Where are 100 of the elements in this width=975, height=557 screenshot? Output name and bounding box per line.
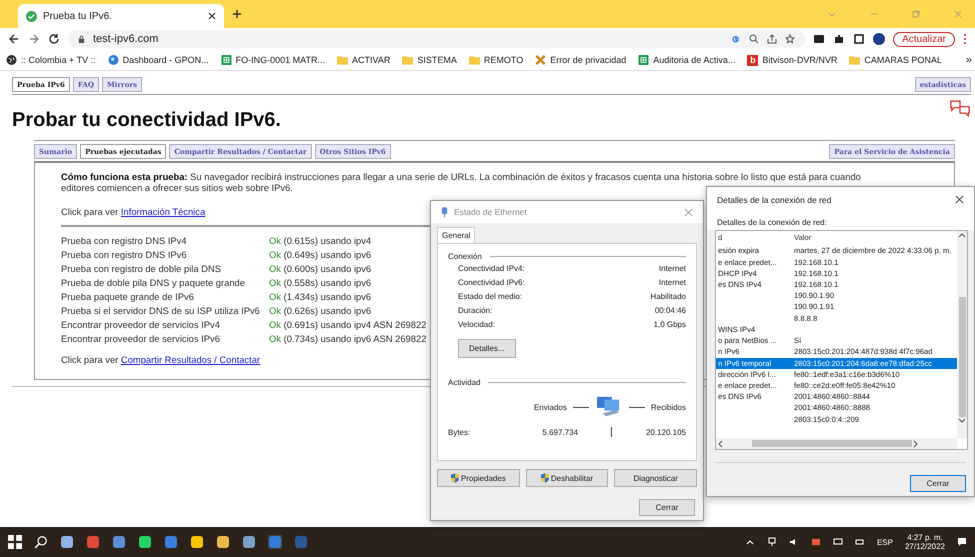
test-name: Encontrar proveedor de servicios IPv6 (61, 332, 221, 344)
test-result: Ok (0.626s) usando ipv6 (269, 304, 372, 316)
close-icon[interactable] (955, 195, 964, 204)
share-link[interactable]: Compartir Resultados / Contactar (120, 354, 260, 365)
bookmark[interactable]: FO-ING-0001 MATR... (220, 55, 326, 65)
reload-icon[interactable] (48, 33, 60, 45)
square-icon[interactable] (853, 33, 866, 45)
app-icon[interactable] (138, 535, 152, 549)
forward-icon[interactable] (28, 33, 40, 45)
bytes-sent: 5.697.734 (541, 428, 578, 436)
app-icon[interactable] (60, 535, 74, 549)
bookmark[interactable]: b Bitvison-DVR/NVR (747, 54, 838, 66)
field-label: Conectividad IPv4: (458, 263, 525, 275)
share-icon[interactable] (767, 34, 778, 44)
extension-icon[interactable] (813, 33, 826, 45)
test-result: Ok (0.734s) usando ipv6 ASN 269822 (269, 332, 426, 344)
battery-icon[interactable] (854, 537, 865, 547)
close-button[interactable]: Cerrar (910, 475, 966, 492)
bytes-received: 20.120.105 (646, 428, 686, 436)
zoom-icon[interactable] (749, 34, 760, 44)
bookmark[interactable]: ACTIVAR (337, 55, 390, 65)
clock[interactable]: 4:27 p. m. 27/12/2022 (904, 533, 945, 551)
test-name: Prueba con registro DNS IPv6 (61, 248, 188, 260)
sent-label: Enviados (534, 402, 567, 412)
app-icon[interactable] (86, 535, 100, 549)
app-icon[interactable] (190, 535, 204, 549)
dialog-button[interactable]: Deshabilitar (526, 469, 608, 487)
cross-icon (535, 55, 546, 65)
test-name: Prueba de doble pila DNS y paquete grande (61, 276, 246, 288)
dialog-button[interactable]: Diagnosticar (614, 469, 698, 487)
field-value: 00:04:46 (654, 305, 686, 317)
browser-tab[interactable]: Prueba tu IPv6. (18, 4, 224, 28)
update-button[interactable]: Actualizar (893, 32, 955, 46)
orb-icon (108, 55, 119, 65)
field-label: Velocidad: (458, 319, 495, 331)
tech-info-link[interactable]: Información Técnica (120, 206, 206, 217)
avatar-icon[interactable] (873, 33, 886, 45)
group-heading: Conexión (448, 252, 482, 261)
test-result: Ok (0.600s) usando ipv6 (269, 262, 372, 274)
field-value: Habilitado (650, 291, 686, 303)
sheet-icon (220, 55, 232, 65)
test-result: Ok (0.615s) usando ipv4 (269, 234, 372, 246)
intro-paragraph: Cómo funciona esta prueba: Su navegador recibirá instrucciones para llegar a una serie de URLs. La combinación de éxitos y fracasos cuenta una historia sobre lo listo que está para cuando editores comiencen a ofrecer sus sitios web sobre IPv6. (61, 171, 862, 194)
bytes-label: Bytes: (448, 428, 472, 436)
app-icon[interactable] (164, 535, 178, 549)
field-label: Duración: (458, 305, 492, 317)
test-name: Prueba con registro de doble pila DNS (61, 262, 222, 274)
field-value: Internet (658, 263, 686, 275)
folder-icon (337, 55, 348, 65)
list-caption: Detalles de la conexión de red: (707, 212, 974, 230)
folder-icon (849, 55, 860, 65)
more-bookmarks[interactable]: » (966, 54, 972, 66)
search-icon[interactable] (34, 535, 48, 549)
menu-icon[interactable] (963, 33, 967, 45)
horizontal-scrollbar[interactable] (716, 438, 957, 449)
bookmark[interactable]: REMOTO (468, 55, 524, 65)
folder-icon (468, 55, 480, 65)
address-bar[interactable]: test-ipv6.com (68, 30, 806, 48)
test-result: Ok (0.649s) usando ipv6 (269, 248, 372, 260)
scroll-down-icon[interactable] (958, 417, 966, 426)
device-icon[interactable] (810, 537, 821, 547)
test-name: Encontrar proveedor de servicios IPv4 (61, 318, 221, 330)
app-icon[interactable] (216, 535, 230, 549)
test-result: Ok (0.558s) usando ipv6 (269, 276, 372, 288)
close-button[interactable]: Cerrar (639, 499, 695, 516)
bookmark[interactable]: Error de privacidad (535, 55, 626, 65)
language-indicator[interactable]: ESP (876, 538, 893, 546)
test-name: Prueba paquete grande de IPv6 (61, 290, 195, 302)
back-icon[interactable] (8, 33, 20, 45)
test-name: Prueba si el servidor DNS de su ISP utiliza IPv6 (61, 304, 261, 316)
app-icon[interactable] (112, 535, 126, 549)
field-label: Estado del medio: (458, 291, 522, 303)
notification-icon[interactable] (957, 537, 967, 547)
star-icon[interactable] (785, 34, 796, 44)
dialog-button[interactable]: Propiedades (437, 469, 520, 487)
scroll-up-icon[interactable] (958, 231, 966, 240)
plus-icon[interactable] (232, 9, 242, 19)
details-button[interactable]: Detalles... (458, 339, 516, 358)
link-prefix: Click para ver (61, 206, 118, 217)
bookmark[interactable]: Dashboard - GPON... (108, 55, 209, 65)
dialog-tab[interactable]: General (437, 227, 476, 243)
bookmark[interactable]: SISTEMA (402, 55, 457, 65)
received-label: Recibidos (650, 402, 686, 412)
check-icon (26, 10, 37, 22)
test-result: Ok (1.434s) usando ipv6 (269, 290, 372, 302)
lock-icon (78, 34, 85, 44)
field-value: Internet (658, 277, 686, 289)
app-icon[interactable] (242, 535, 256, 549)
bookmark[interactable]: CAMARAS PONAL (849, 55, 942, 65)
scroll-right-icon[interactable] (912, 440, 920, 448)
network-icon[interactable] (766, 537, 777, 547)
bookmark[interactable]: :: Colombia + TV :: (6, 55, 96, 65)
start-icon[interactable] (8, 535, 22, 549)
translate-icon[interactable] (949, 99, 971, 118)
close-icon[interactable] (208, 12, 216, 20)
google-icon[interactable] (731, 34, 742, 44)
vertical-scrollbar[interactable] (957, 231, 967, 438)
ethernet-icon (441, 206, 448, 218)
bookmark[interactable]: Auditoria de Activa... (638, 55, 736, 65)
scroll-left-icon[interactable] (716, 440, 724, 448)
